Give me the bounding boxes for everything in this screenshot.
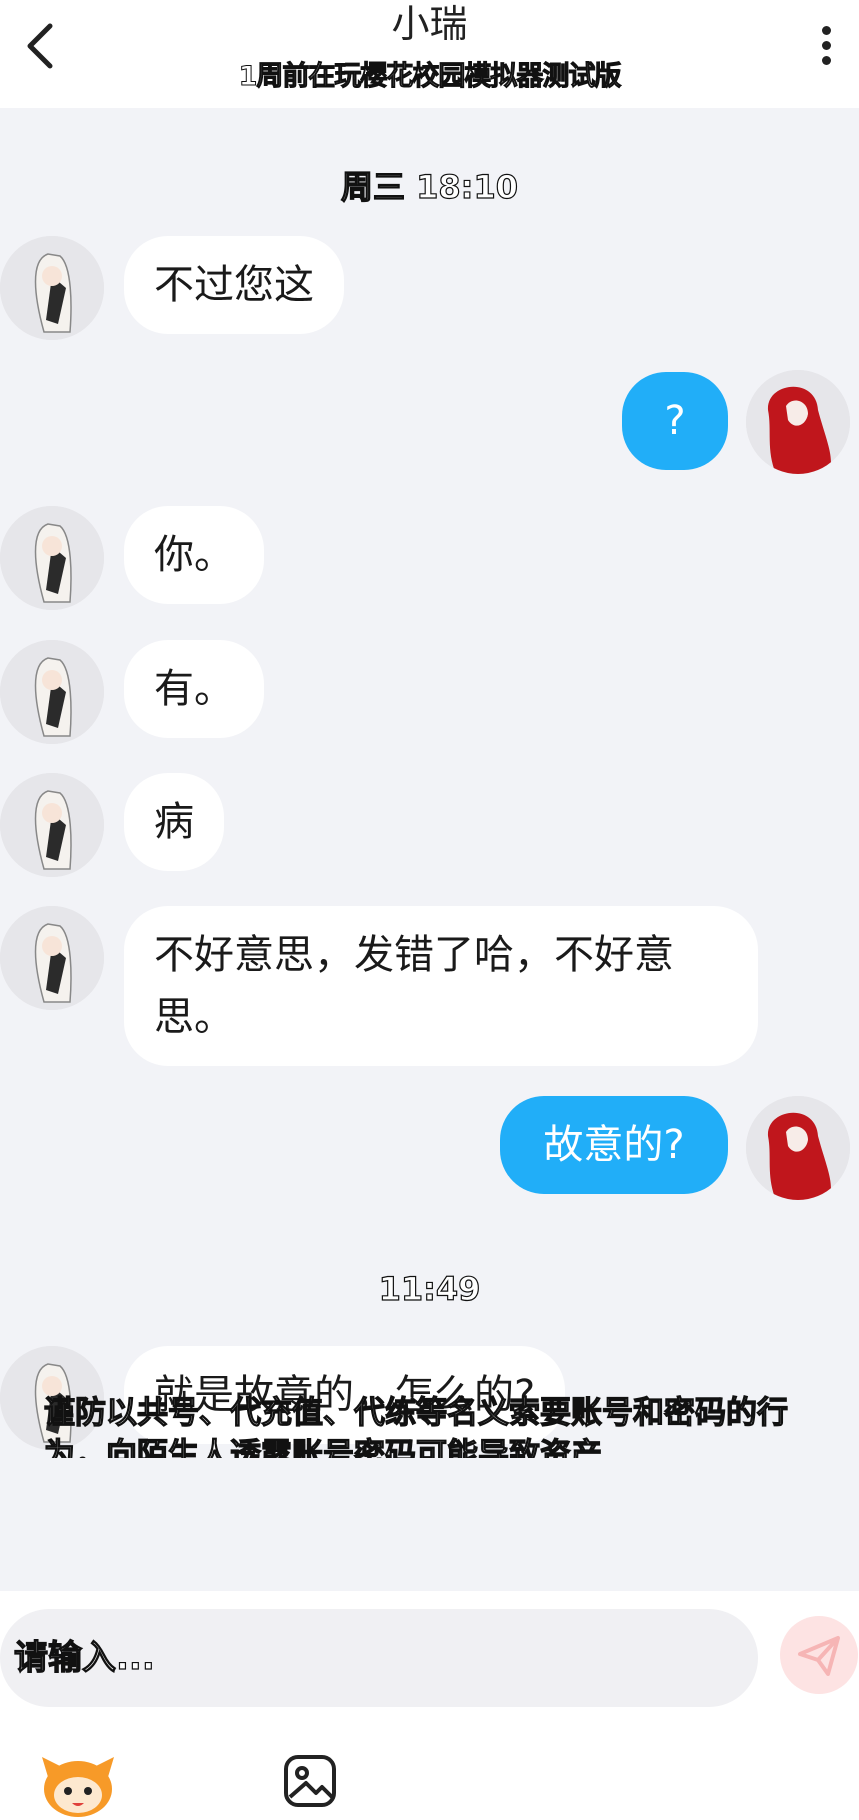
more-options-icon[interactable]	[813, 20, 839, 74]
message-input[interactable]	[0, 1609, 758, 1707]
contact-avatar[interactable]	[0, 236, 104, 340]
my-avatar[interactable]	[746, 1096, 850, 1200]
message-bubble: 不过您这	[124, 236, 344, 334]
chat-header: 小瑞 1周前在玩樱花校园模拟器测试版	[0, 0, 859, 108]
image-picker-icon[interactable]	[282, 1753, 338, 1809]
message-list[interactable]: 周三 18:10 不过您这 ? 你。 有。 病 不好意思，发错了哈，不好意思。 …	[0, 108, 859, 1591]
contact-avatar[interactable]	[0, 640, 104, 744]
contact-avatar[interactable]	[0, 506, 104, 610]
input-bar	[0, 1591, 859, 1820]
contact-avatar[interactable]	[0, 773, 104, 877]
contact-avatar[interactable]	[0, 906, 104, 1010]
my-message-bubble: ?	[622, 372, 728, 470]
contact-name: 小瑞	[391, 2, 468, 46]
message-bubble: 你。	[124, 506, 264, 604]
timestamp: 周三 18:10	[340, 167, 518, 206]
send-button[interactable]	[780, 1616, 858, 1694]
emoji-mascot-icon[interactable]	[40, 1751, 116, 1819]
timestamp: 11:49	[378, 1269, 481, 1308]
security-notice: 谨防以共号、代充值、代练等名义索要账号和密码的行为，向陌生人透露账号密码可能导致…	[44, 1394, 789, 1458]
message-bubble: 病	[124, 773, 224, 871]
my-avatar[interactable]	[746, 370, 850, 474]
message-bubble: 有。	[124, 640, 264, 738]
my-message-bubble: 故意的?	[500, 1096, 728, 1194]
message-bubble: 不好意思，发错了哈，不好意思。	[124, 906, 758, 1066]
send-icon	[798, 1636, 840, 1676]
contact-status: 1周前在玩樱花校园模拟器测试版	[238, 61, 622, 93]
